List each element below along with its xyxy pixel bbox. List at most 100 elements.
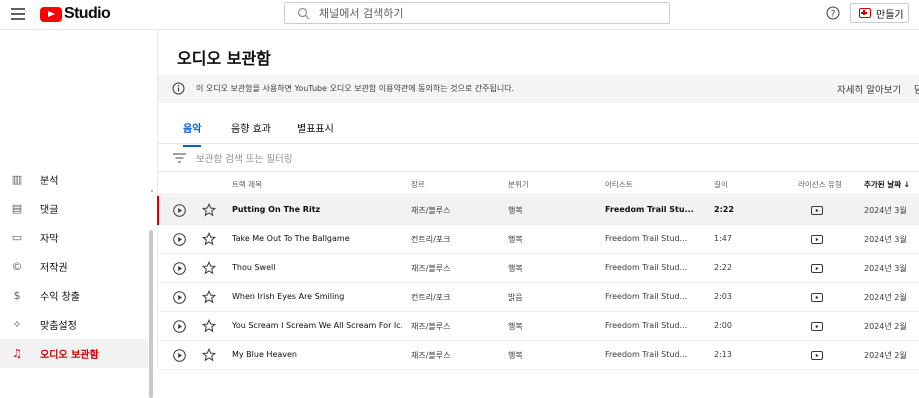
track-artist[interactable]: Freedom Trail Stud...	[605, 321, 705, 330]
column-header-artist[interactable]: 아티스트	[605, 179, 633, 190]
track-length: 2:22	[714, 205, 734, 214]
column-header-length[interactable]: 길이	[714, 179, 728, 190]
table-row[interactable]: My Blue Heaven 재즈/블루스 행복 Freedom Trail Stud…	[158, 341, 919, 370]
sidebar-item-label: 맞춤설정	[40, 321, 77, 332]
table-row[interactable]: Take Me Out To The Ballgame 컨트리/포크 행복 Freed…	[158, 225, 919, 254]
track-artist[interactable]: Freedom Trail Stud...	[605, 263, 705, 272]
sidebar-item-audio-library[interactable]: ♫ 오디오 보관함	[0, 339, 148, 368]
tab-starred[interactable]: 별표표시	[297, 120, 334, 145]
sidebar-scrollbar[interactable]	[149, 230, 153, 398]
terms-notice: 이 오디오 보관함을 사용하면 YouTube 오디오 보관함 이용약관에 동의…	[158, 75, 919, 103]
play-icon[interactable]	[173, 233, 186, 246]
license-icon[interactable]	[811, 235, 823, 244]
license-icon[interactable]	[811, 351, 823, 360]
track-added: 2024년 3월	[864, 264, 907, 273]
track-artist[interactable]: Freedom Trail Stud...	[605, 292, 705, 301]
create-label: 만들기	[876, 9, 904, 21]
track-title[interactable]: Take Me Out To The Ballgame	[232, 234, 402, 243]
star-icon[interactable]	[202, 290, 216, 304]
star-icon[interactable]	[202, 232, 216, 246]
sidebar-item-customization[interactable]: ✧ 맞춤설정	[0, 310, 148, 339]
sidebar-item-subtitles[interactable]: ▭ 자막	[0, 223, 148, 252]
filter-icon	[173, 153, 186, 163]
license-icon[interactable]	[811, 206, 823, 215]
tab-sound-effects[interactable]: 음향 효과	[231, 120, 271, 145]
sidebar-item-label: 저작권	[40, 263, 68, 274]
filter-bar[interactable]: 보관함 검색 또는 필터링	[158, 144, 919, 172]
sidebar-item-comments[interactable]: ▤ 댓글	[0, 194, 148, 223]
monetization-icon: $	[13, 289, 21, 302]
track-mood: 밝음	[508, 293, 523, 302]
sidebar-item-monetization[interactable]: $ 수익 창출	[0, 281, 148, 310]
track-mood: 행복	[508, 264, 523, 273]
play-icon[interactable]	[173, 349, 186, 362]
sidebar-item-analytics[interactable]: ▥ 분석	[0, 165, 148, 194]
play-icon[interactable]	[173, 204, 186, 217]
create-button[interactable]: 만들기	[850, 3, 909, 23]
filter-input[interactable]: 보관함 검색 또는 필터링	[196, 151, 292, 165]
license-icon[interactable]	[811, 264, 823, 273]
play-icon[interactable]	[173, 320, 186, 333]
track-added: 2024년 2월	[864, 322, 907, 331]
track-length: 2:13	[714, 350, 732, 359]
track-length: 2:22	[714, 263, 732, 272]
main-content: 오디오 보관함 이 오디오 보관함을 사용하면 YouTube 오디오 보관함 …	[157, 30, 919, 370]
learn-more-link[interactable]: 자세히 알아보기	[837, 82, 901, 96]
sidebar-item-label: 댓글	[40, 205, 59, 216]
track-added: 2024년 3월	[864, 235, 907, 244]
star-icon[interactable]	[202, 203, 216, 217]
star-icon[interactable]	[202, 348, 216, 362]
track-added: 2024년 2월	[864, 293, 907, 302]
license-icon[interactable]	[811, 322, 823, 331]
track-genre: 재즈/블루스	[411, 322, 451, 331]
divider	[151, 190, 153, 192]
track-added: 2024년 2월	[864, 351, 907, 360]
track-length: 2:00	[714, 321, 732, 330]
column-header-title[interactable]: 트랙 제목	[232, 179, 262, 190]
sidebar-item-label: 분석	[40, 176, 59, 187]
column-header-license[interactable]: 라이선스 유형	[798, 179, 842, 190]
track-artist[interactable]: Freedom Trail Stud...	[605, 234, 705, 243]
track-mood: 행복	[508, 351, 523, 360]
star-icon[interactable]	[202, 261, 216, 275]
sidebar-item-label: 오디오 보관함	[40, 350, 99, 361]
logo-text: Studio	[64, 5, 111, 22]
svg-text:?: ?	[831, 10, 836, 20]
track-length: 2:03	[714, 292, 732, 301]
license-icon[interactable]	[811, 293, 823, 302]
star-icon[interactable]	[202, 319, 216, 333]
column-header-mood[interactable]: 분위기	[508, 179, 529, 190]
track-title[interactable]: Putting On The Ritz	[232, 205, 402, 214]
track-genre: 컨트리/포크	[411, 293, 451, 302]
track-artist[interactable]: Freedom Trail Stu...	[605, 205, 705, 214]
track-title[interactable]: Thou Swell	[232, 263, 402, 272]
table-row[interactable]: Thou Swell 재즈/블루스 행복 Freedom Trail Stud... 2…	[158, 254, 919, 283]
channel-search[interactable]	[284, 2, 670, 24]
audio-library-icon: ♫	[12, 347, 22, 360]
menu-icon[interactable]	[11, 8, 25, 20]
track-title[interactable]: When Irish Eyes Are Smiling	[232, 292, 402, 301]
sidebar-item-label: 자막	[40, 234, 59, 245]
dismiss-link[interactable]: 닫	[914, 82, 919, 96]
tab-music[interactable]: 음악	[183, 120, 202, 147]
sidebar-item-copyright[interactable]: © 저작권	[0, 252, 148, 281]
youtube-studio-logo[interactable]: Studio	[40, 5, 111, 23]
sidebar-item-label: 수익 창출	[40, 292, 80, 303]
column-header-genre[interactable]: 장르	[411, 179, 425, 190]
track-artist[interactable]: Freedom Trail Stud...	[605, 350, 705, 359]
customization-icon: ✧	[12, 318, 22, 331]
search-input[interactable]	[319, 6, 619, 21]
table-header: 트랙 제목 장르 분위기 아티스트 길이 라이선스 유형 추가된 날짜 ↓	[158, 175, 919, 195]
table-row[interactable]: You Scream I Scream We All Scream For Ic…	[158, 312, 919, 341]
track-title[interactable]: My Blue Heaven	[232, 350, 402, 359]
play-icon[interactable]	[173, 291, 186, 304]
subtitles-icon: ▭	[11, 231, 23, 244]
table-row[interactable]: Putting On The Ritz 재즈/블루스 행복 Freedom Trail…	[157, 196, 919, 225]
table-row[interactable]: When Irish Eyes Are Smiling 컨트리/포크 밝음 Freed…	[158, 283, 919, 312]
track-mood: 행복	[508, 235, 523, 244]
track-title[interactable]: You Scream I Scream We All Scream For Ic…	[232, 321, 402, 330]
top-bar: Studio ? 만들기	[0, 0, 919, 30]
column-header-added[interactable]: 추가된 날짜 ↓	[864, 179, 910, 190]
help-icon[interactable]: ?	[826, 6, 840, 20]
play-icon[interactable]	[173, 262, 186, 275]
